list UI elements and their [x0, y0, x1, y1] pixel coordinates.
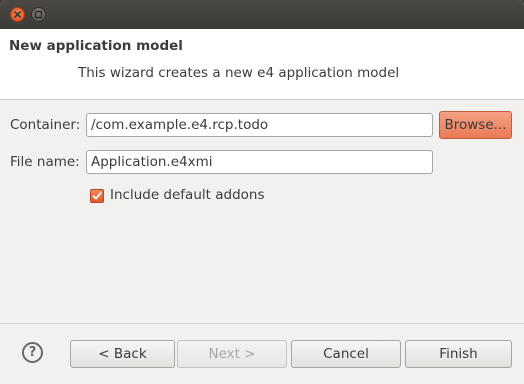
filename-input[interactable]: Application.e4xmi — [86, 150, 433, 174]
filename-label: File name: — [10, 154, 80, 170]
include-addons-label[interactable]: Include default addons — [110, 187, 265, 203]
next-button[interactable]: Next > — [177, 340, 287, 368]
help-icon[interactable]: ? — [22, 342, 43, 363]
page-title: New application model — [9, 38, 183, 54]
title-bar — [0, 0, 524, 29]
finish-button[interactable]: Finish — [405, 340, 512, 368]
cancel-button[interactable]: Cancel — [291, 340, 401, 368]
page-description: This wizard creates a new e4 application… — [78, 65, 400, 81]
close-icon[interactable] — [10, 7, 25, 22]
footer-separator — [0, 323, 524, 324]
checkmark-icon — [92, 192, 102, 200]
minimize-icon[interactable] — [31, 7, 46, 22]
wizard-window: New application model This wizard create… — [0, 0, 524, 384]
browse-button[interactable]: Browse... — [439, 111, 512, 139]
back-button[interactable]: < Back — [70, 340, 175, 368]
include-addons-checkbox[interactable] — [90, 189, 104, 203]
container-label: Container: — [10, 117, 81, 133]
wizard-header: New application model This wizard create… — [0, 29, 524, 100]
container-input[interactable]: /com.example.e4.rcp.todo — [86, 113, 433, 137]
